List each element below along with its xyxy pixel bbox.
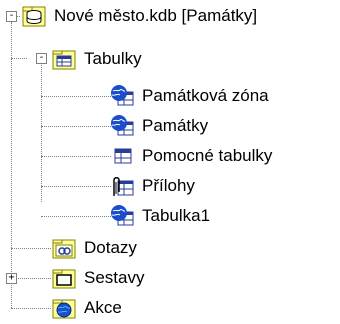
tree-line [11, 278, 51, 279]
globe-table-icon [110, 204, 134, 228]
tree-node-label: Akce [84, 298, 122, 317]
tree-node-dotazy[interactable]: Dotazy [52, 232, 139, 264]
database-icon [22, 4, 46, 28]
collapse-toggle-root[interactable]: - [6, 11, 17, 22]
globe-table-icon [110, 114, 134, 138]
attachment-table-icon [110, 174, 134, 198]
tree-line [11, 248, 51, 249]
tree-line [41, 126, 111, 127]
tree-node-label: Dotazy [84, 238, 137, 257]
tree-line [11, 58, 27, 59]
tree-node-akce[interactable]: Akce [52, 292, 124, 324]
tree-node-tabulky[interactable]: Tabulky [52, 43, 144, 75]
tree-line [41, 186, 111, 187]
table-icon [110, 144, 134, 168]
tree-line [11, 22, 12, 280]
tree-node-label: Nové město.kdb [Památky] [54, 6, 258, 25]
tree-node-label: Sestavy [84, 268, 145, 287]
tree-line [41, 96, 111, 97]
globe-table-icon [110, 84, 134, 108]
action-globe-icon [52, 296, 76, 320]
tree-node-label: Přílohy [142, 176, 195, 195]
tree-node-label: Památky [142, 116, 209, 135]
tree-node-label: Tabulka1 [142, 206, 211, 225]
tree-node-label: Tabulky [84, 49, 142, 68]
expand-toggle-sestavy[interactable]: + [6, 273, 17, 284]
tree-node-pamatkova-zona[interactable]: Památková zóna [110, 80, 271, 112]
tree-node-label: Pomocné tabulky [142, 146, 273, 165]
report-folder-icon [52, 266, 76, 290]
query-icon [52, 236, 76, 260]
tree-node-pomocne-tabulky[interactable]: Pomocné tabulky [110, 140, 274, 172]
tree-line [11, 308, 51, 309]
tree-node-pamatky[interactable]: Památky [110, 110, 210, 142]
table-folder-icon [52, 47, 76, 71]
tree-line [11, 280, 12, 308]
tree-line [41, 156, 111, 157]
tree-line [41, 62, 42, 202]
collapse-toggle-tabulky[interactable]: - [36, 53, 47, 64]
tree-line [41, 216, 111, 217]
tree-node-label: Památková zóna [142, 86, 269, 105]
tree-view: - - + Nové město.kdb [Památky] Tabulky P… [0, 0, 340, 324]
tree-node-root[interactable]: Nové město.kdb [Památky] [22, 0, 259, 32]
tree-node-tabulka1[interactable]: Tabulka1 [110, 200, 212, 232]
tree-node-prilohy[interactable]: Přílohy [110, 170, 197, 202]
tree-node-sestavy[interactable]: Sestavy [52, 262, 146, 294]
